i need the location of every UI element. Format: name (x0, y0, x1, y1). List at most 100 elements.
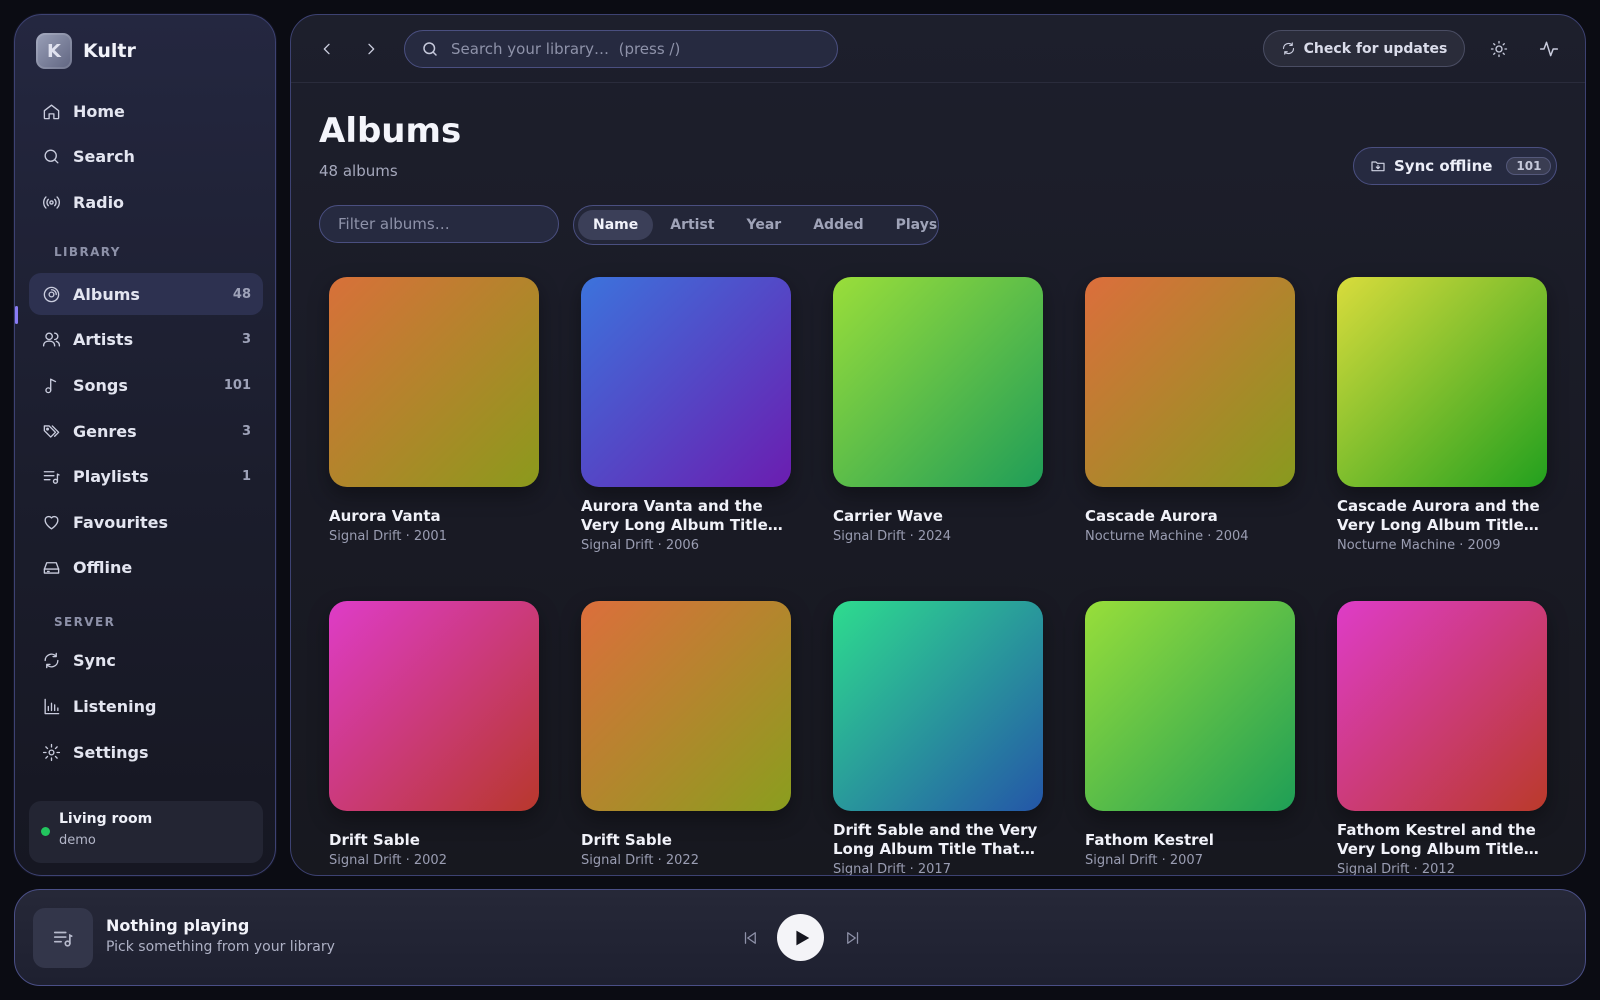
album-card[interactable]: Cascade Aurora Nocturne Machine · 2004 (1085, 277, 1295, 544)
device-card[interactable]: Living room demo (29, 801, 263, 863)
active-indicator (15, 306, 18, 324)
sidebar-item-label: Playlists (73, 466, 149, 486)
album-title: Carrier Wave (833, 507, 943, 525)
sidebar-item-search[interactable]: Search (29, 135, 263, 177)
server-section-label: SERVER (54, 615, 116, 629)
sidebar-item-count: 48 (232, 286, 251, 302)
album-cover (581, 277, 791, 487)
sync-offline-button[interactable]: Sync offline 101 (1353, 147, 1557, 185)
album-cover (833, 601, 1043, 811)
chevron-left-icon (323, 43, 330, 55)
search-icon (41, 146, 61, 166)
sidebar-item-artists[interactable]: Artists 3 (29, 318, 263, 360)
sidebar-item-settings[interactable]: Settings (29, 731, 263, 773)
sidebar-item-albums[interactable]: Albums 48 (29, 273, 263, 315)
library-search[interactable] (404, 30, 838, 68)
playlist-icon (41, 466, 61, 486)
back-button[interactable] (315, 37, 339, 61)
filter-albums-input[interactable] (319, 205, 559, 243)
sort-option-name[interactable]: Name (578, 210, 654, 240)
sidebar-item-label: Sync (73, 650, 116, 670)
sidebar-item-home[interactable]: Home (29, 90, 263, 132)
home-icon (41, 101, 61, 121)
album-cover (581, 601, 791, 811)
sidebar-item-playlists[interactable]: Playlists 1 (29, 455, 263, 497)
album-meta: Signal Drift · 2017 (833, 862, 951, 876)
album-title: Drift Sable (329, 831, 420, 849)
play-button[interactable] (777, 914, 824, 961)
album-count: 48 albums (319, 162, 398, 180)
album-cover (1085, 277, 1295, 487)
player-bar: Nothing playing Pick something from your… (14, 889, 1586, 986)
skip-forward-icon (847, 932, 859, 944)
pulse-icon (1539, 41, 1559, 57)
heart-icon (41, 512, 61, 532)
sidebar-item-genres[interactable]: Genres 3 (29, 410, 263, 452)
sidebar-item-songs[interactable]: Songs 101 (29, 364, 263, 406)
page-title: Albums (319, 111, 462, 151)
album-cover (833, 277, 1043, 487)
theme-toggle-button[interactable] (1487, 37, 1511, 61)
album-meta: Signal Drift · 2001 (329, 529, 447, 544)
sidebar-item-label: Home (73, 101, 125, 121)
sidebar-item-count: 3 (241, 331, 251, 347)
users-icon (41, 329, 61, 349)
sort-option-plays[interactable]: Plays (881, 210, 953, 240)
sidebar-item-label: Search (73, 146, 135, 166)
album-meta: Signal Drift · 2006 (581, 538, 699, 553)
sidebar-item-listening[interactable]: Listening (29, 685, 263, 727)
album-card[interactable]: Drift Sable Signal Drift · 2002 (329, 601, 539, 868)
device-name: Living room (59, 811, 153, 827)
album-meta: Nocturne Machine · 2009 (1337, 538, 1501, 553)
album-meta: Nocturne Machine · 2004 (1085, 529, 1249, 544)
album-card[interactable]: Drift Sable and the Very Long Album Titl… (833, 601, 1043, 876)
refresh-icon (1282, 42, 1294, 55)
album-meta: Signal Drift · 2024 (833, 529, 951, 544)
check-updates-button[interactable]: Check for updates (1263, 30, 1465, 67)
now-playing-subtitle: Pick something from your library (106, 939, 335, 955)
sidebar-item-label: Songs (73, 375, 128, 395)
sidebar-item-label: Listening (73, 696, 157, 716)
album-card[interactable]: Aurora Vanta and the Very Long Album Tit… (581, 277, 791, 553)
next-button[interactable] (841, 926, 865, 950)
search-input[interactable] (451, 40, 811, 58)
brand[interactable]: K Kultr (36, 33, 136, 69)
sidebar-item-radio[interactable]: Radio (29, 181, 263, 223)
album-title: Aurora Vanta (329, 507, 441, 525)
sidebar-item-count: 101 (223, 377, 251, 393)
app-name: Kultr (83, 40, 136, 62)
album-card[interactable]: Carrier Wave Signal Drift · 2024 (833, 277, 1043, 544)
album-card[interactable]: Drift Sable Signal Drift · 2022 (581, 601, 791, 868)
sidebar-item-offline[interactable]: Offline (29, 546, 263, 588)
album-title: Drift Sable (581, 831, 672, 849)
play-icon (795, 930, 809, 945)
radio-icon (41, 192, 61, 212)
forward-button[interactable] (359, 37, 383, 61)
sort-segmented-control: Name Artist Year Added Plays (573, 205, 939, 245)
album-card[interactable]: Cascade Aurora and the Very Long Album T… (1337, 277, 1547, 553)
sidebar-item-sync[interactable]: Sync (29, 639, 263, 681)
sort-option-added[interactable]: Added (798, 210, 878, 240)
main-panel: Check for updates Albums 48 albums Sync … (290, 14, 1586, 876)
album-card[interactable]: Fathom Kestrel and the Very Long Album T… (1337, 601, 1547, 875)
sync-offline-label: Sync offline (1394, 157, 1493, 175)
bar-chart-icon (41, 696, 61, 716)
sort-option-artist[interactable]: Artist (655, 210, 729, 240)
album-card[interactable]: Aurora Vanta Signal Drift · 2001 (329, 277, 539, 544)
now-playing-artwork (33, 908, 93, 968)
sync-icon (41, 650, 61, 670)
app-logo-icon: K (36, 33, 72, 69)
sidebar-item-favourites[interactable]: Favourites (29, 501, 263, 543)
album-title: Cascade Aurora and the Very Long Album T… (1337, 497, 1540, 534)
drive-icon (41, 557, 61, 577)
search-icon (423, 42, 437, 56)
previous-button[interactable] (738, 926, 762, 950)
activity-button[interactable] (1537, 37, 1561, 61)
sort-option-year[interactable]: Year (732, 210, 797, 240)
album-cover (1085, 601, 1295, 811)
album-card[interactable]: Fathom Kestrel Signal Drift · 2007 (1085, 601, 1295, 868)
sidebar-item-label: Albums (73, 284, 140, 304)
album-title: Drift Sable and the Very Long Album Titl… (833, 821, 1038, 858)
chevron-right-icon (368, 43, 375, 55)
device-user: demo (59, 833, 96, 848)
